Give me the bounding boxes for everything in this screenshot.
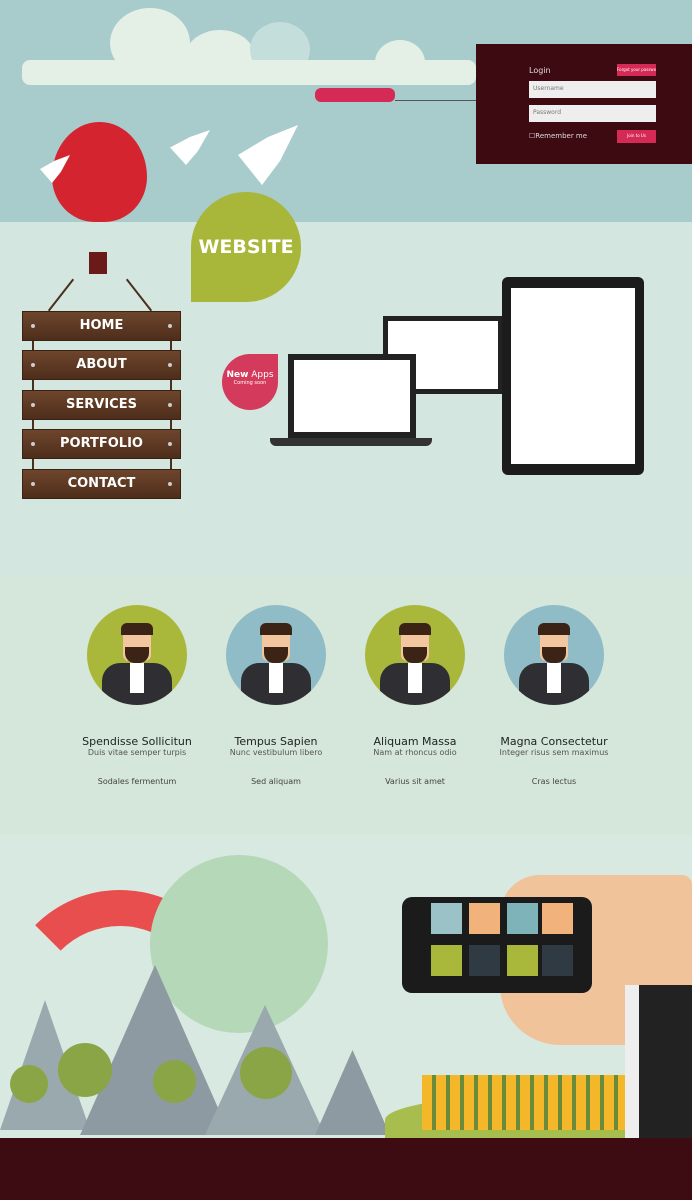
app-tile[interactable] bbox=[542, 945, 573, 976]
tree-icon bbox=[10, 1065, 48, 1103]
nav-portfolio[interactable]: PORTFOLIO bbox=[22, 429, 181, 459]
apps-label: Apps bbox=[251, 370, 274, 380]
password-input[interactable]: Password bbox=[529, 105, 656, 122]
member-extra: Varius sit amet bbox=[385, 777, 445, 786]
nav-about[interactable]: ABOUT bbox=[22, 350, 181, 380]
nav-services[interactable]: SERVICES bbox=[22, 390, 181, 420]
member-role: Nam at rhoncus odio bbox=[373, 748, 457, 757]
app-tile[interactable] bbox=[431, 945, 462, 976]
footer-ground bbox=[0, 1138, 692, 1200]
member-name: Tempus Sapien bbox=[234, 735, 318, 748]
login-panel: Login Forgot your password? Username Pas… bbox=[476, 44, 692, 164]
coming-soon-label: Coming soon bbox=[233, 380, 267, 386]
new-label: New bbox=[226, 370, 249, 380]
app-tile[interactable] bbox=[507, 903, 538, 934]
member-role: Integer risus sem maximus bbox=[499, 748, 609, 757]
airplane-icon bbox=[315, 88, 395, 102]
username-input[interactable]: Username bbox=[529, 81, 656, 98]
member-role: Duis vitae semper turpis bbox=[87, 748, 187, 757]
avatar[interactable] bbox=[504, 605, 604, 705]
hot-air-balloon-icon bbox=[52, 122, 147, 222]
tree-icon bbox=[153, 1060, 196, 1103]
tree-icon bbox=[240, 1047, 292, 1099]
member-name: Aliquam Massa bbox=[373, 735, 457, 748]
forgot-password-button[interactable]: Forgot your password? bbox=[617, 64, 656, 76]
laptop-base bbox=[270, 438, 432, 446]
mountain bbox=[315, 1050, 390, 1135]
team-member: Aliquam Massa Nam at rhoncus odio Varius… bbox=[345, 605, 485, 786]
member-extra: Sodales fermentum bbox=[97, 777, 177, 786]
member-name: Magna Consectetur bbox=[500, 735, 608, 748]
app-tile[interactable] bbox=[469, 903, 500, 934]
app-tile[interactable] bbox=[507, 945, 538, 976]
sleeve bbox=[625, 985, 692, 1138]
team-member: Magna Consectetur Integer risus sem maxi… bbox=[484, 605, 624, 786]
avatar[interactable] bbox=[226, 605, 326, 705]
new-apps-badge: New Apps Coming soon bbox=[222, 354, 278, 410]
team-member: Spendisse Sollicitun Duis vitae semper t… bbox=[67, 605, 207, 786]
nav-contact[interactable]: CONTACT bbox=[22, 469, 181, 499]
join-button[interactable]: Join to Us bbox=[617, 130, 656, 143]
smartphone bbox=[402, 897, 592, 993]
balloon-basket bbox=[89, 252, 107, 274]
app-tile[interactable] bbox=[542, 903, 573, 934]
tablet-icon bbox=[502, 277, 644, 475]
landscape-illustration bbox=[0, 835, 692, 1138]
website-badge: WEBSITE bbox=[191, 192, 301, 302]
remember-label: Remember me bbox=[535, 132, 588, 140]
member-role: Nunc vestibulum libero bbox=[229, 748, 323, 757]
member-extra: Sed aliquam bbox=[251, 777, 301, 786]
team-member: Tempus Sapien Nunc vestibulum libero Sed… bbox=[206, 605, 346, 786]
banner-line bbox=[395, 100, 476, 101]
member-name: Spendisse Sollicitun bbox=[82, 735, 192, 748]
moon bbox=[150, 855, 328, 1033]
avatar[interactable] bbox=[87, 605, 187, 705]
remember-me-checkbox[interactable]: ☐Remember me bbox=[529, 132, 587, 140]
app-tile[interactable] bbox=[431, 903, 462, 934]
avatar[interactable] bbox=[365, 605, 465, 705]
tree-icon bbox=[58, 1043, 112, 1097]
cloud-bank bbox=[22, 60, 476, 85]
member-extra: Cras lectus bbox=[531, 777, 577, 786]
nav-home[interactable]: HOME bbox=[22, 311, 181, 341]
laptop-icon bbox=[288, 354, 416, 438]
app-tile[interactable] bbox=[469, 945, 500, 976]
bird-icon bbox=[170, 130, 210, 165]
bird-icon bbox=[238, 125, 298, 185]
login-title: Login bbox=[529, 66, 551, 75]
